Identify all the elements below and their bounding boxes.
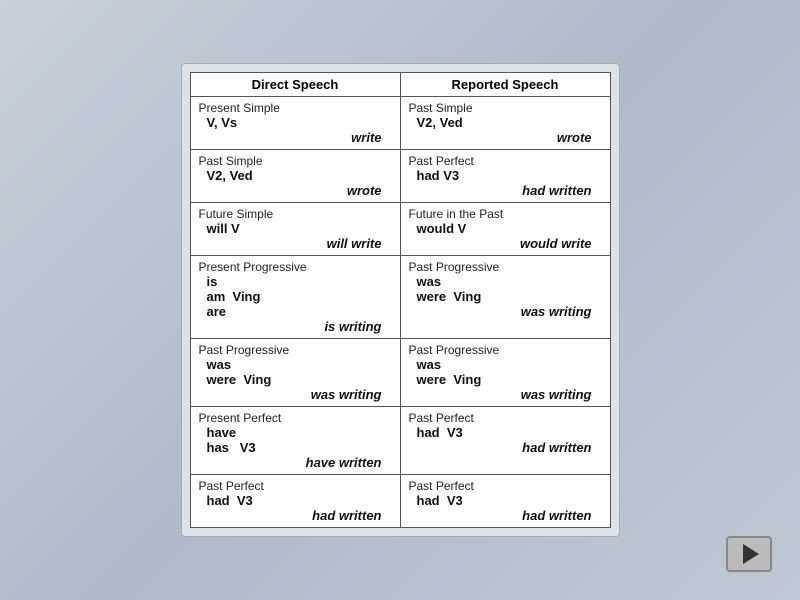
play-button[interactable] (726, 536, 772, 572)
direct-cell-2: Future Simplewill Vwill write (190, 203, 400, 256)
tense-example: had written (199, 508, 382, 523)
header-reported-speech: Reported Speech (400, 73, 610, 97)
tense-label: Present Simple (199, 101, 392, 115)
reported-cell-6: Past Perfecthad V3had written (400, 475, 610, 528)
tense-form: is am Ving are (207, 274, 392, 319)
table-row: Past Progressivewas were Vingwas writing… (190, 339, 610, 407)
tense-example: was writing (409, 304, 592, 319)
tense-example: was writing (199, 387, 382, 402)
tense-form: V, Vs (207, 115, 392, 130)
tense-form: V2, Ved (417, 115, 602, 130)
tense-label: Past Perfect (409, 479, 602, 493)
tense-label: Past Progressive (199, 343, 392, 357)
table-row: Present SimpleV, VswritePast SimpleV2, V… (190, 97, 610, 150)
reported-cell-2: Future in the Pastwould Vwould write (400, 203, 610, 256)
direct-cell-6: Past Perfecthad V3had written (190, 475, 400, 528)
tense-form: had V3 (207, 493, 392, 508)
direct-cell-3: Present Progressiveis am Ving areis writ… (190, 256, 400, 339)
reported-cell-5: Past Perfecthad V3had written (400, 407, 610, 475)
tense-label: Past Perfect (199, 479, 392, 493)
tense-form: had V3 (417, 425, 602, 440)
tense-example: had written (409, 183, 592, 198)
reported-cell-0: Past SimpleV2, Vedwrote (400, 97, 610, 150)
tense-label: Past Perfect (409, 411, 602, 425)
table-row: Present Perfecthave has V3have writtenPa… (190, 407, 610, 475)
reported-cell-4: Past Progressivewas were Vingwas writing (400, 339, 610, 407)
tense-label: Past Simple (409, 101, 602, 115)
tense-label: Past Perfect (409, 154, 602, 168)
tense-example: had written (409, 440, 592, 455)
table-row: Past Perfecthad V3had writtenPast Perfec… (190, 475, 610, 528)
tense-example: write (199, 130, 382, 145)
tense-example: was writing (409, 387, 592, 402)
tense-label: Future Simple (199, 207, 392, 221)
tense-label: Past Progressive (409, 260, 602, 274)
tense-form: had V3 (417, 493, 602, 508)
tense-label: Past Simple (199, 154, 392, 168)
tense-example: had written (409, 508, 592, 523)
tense-label: Present Perfect (199, 411, 392, 425)
tense-label: Present Progressive (199, 260, 392, 274)
reported-cell-1: Past Perfecthad V3had written (400, 150, 610, 203)
tense-example: will write (199, 236, 382, 251)
tense-label: Future in the Past (409, 207, 602, 221)
table-row: Future Simplewill Vwill writeFuture in t… (190, 203, 610, 256)
play-button-container[interactable] (726, 536, 772, 572)
direct-cell-1: Past SimpleV2, Vedwrote (190, 150, 400, 203)
tense-example: have written (199, 455, 382, 470)
table-row: Present Progressiveis am Ving areis writ… (190, 256, 610, 339)
tense-example: would write (409, 236, 592, 251)
tense-form: was were Ving (207, 357, 392, 387)
tense-form: had V3 (417, 168, 602, 183)
direct-cell-0: Present SimpleV, Vswrite (190, 97, 400, 150)
page-wrapper: Direct Speech Reported Speech Present Si… (0, 0, 800, 600)
table-container: Direct Speech Reported Speech Present Si… (181, 63, 620, 537)
tense-example: wrote (199, 183, 382, 198)
table-row: Past SimpleV2, VedwrotePast Perfecthad V… (190, 150, 610, 203)
tense-form: was were Ving (417, 357, 602, 387)
tense-example: is writing (199, 319, 382, 334)
header-direct-speech: Direct Speech (190, 73, 400, 97)
tense-form: have has V3 (207, 425, 392, 455)
grammar-table: Direct Speech Reported Speech Present Si… (190, 72, 611, 528)
direct-cell-5: Present Perfecthave has V3have written (190, 407, 400, 475)
tense-label: Past Progressive (409, 343, 602, 357)
tense-form: V2, Ved (207, 168, 392, 183)
direct-cell-4: Past Progressivewas were Vingwas writing (190, 339, 400, 407)
tense-form: was were Ving (417, 274, 602, 304)
reported-cell-3: Past Progressivewas were Vingwas writing (400, 256, 610, 339)
tense-form: would V (417, 221, 602, 236)
tense-example: wrote (409, 130, 592, 145)
tense-form: will V (207, 221, 392, 236)
